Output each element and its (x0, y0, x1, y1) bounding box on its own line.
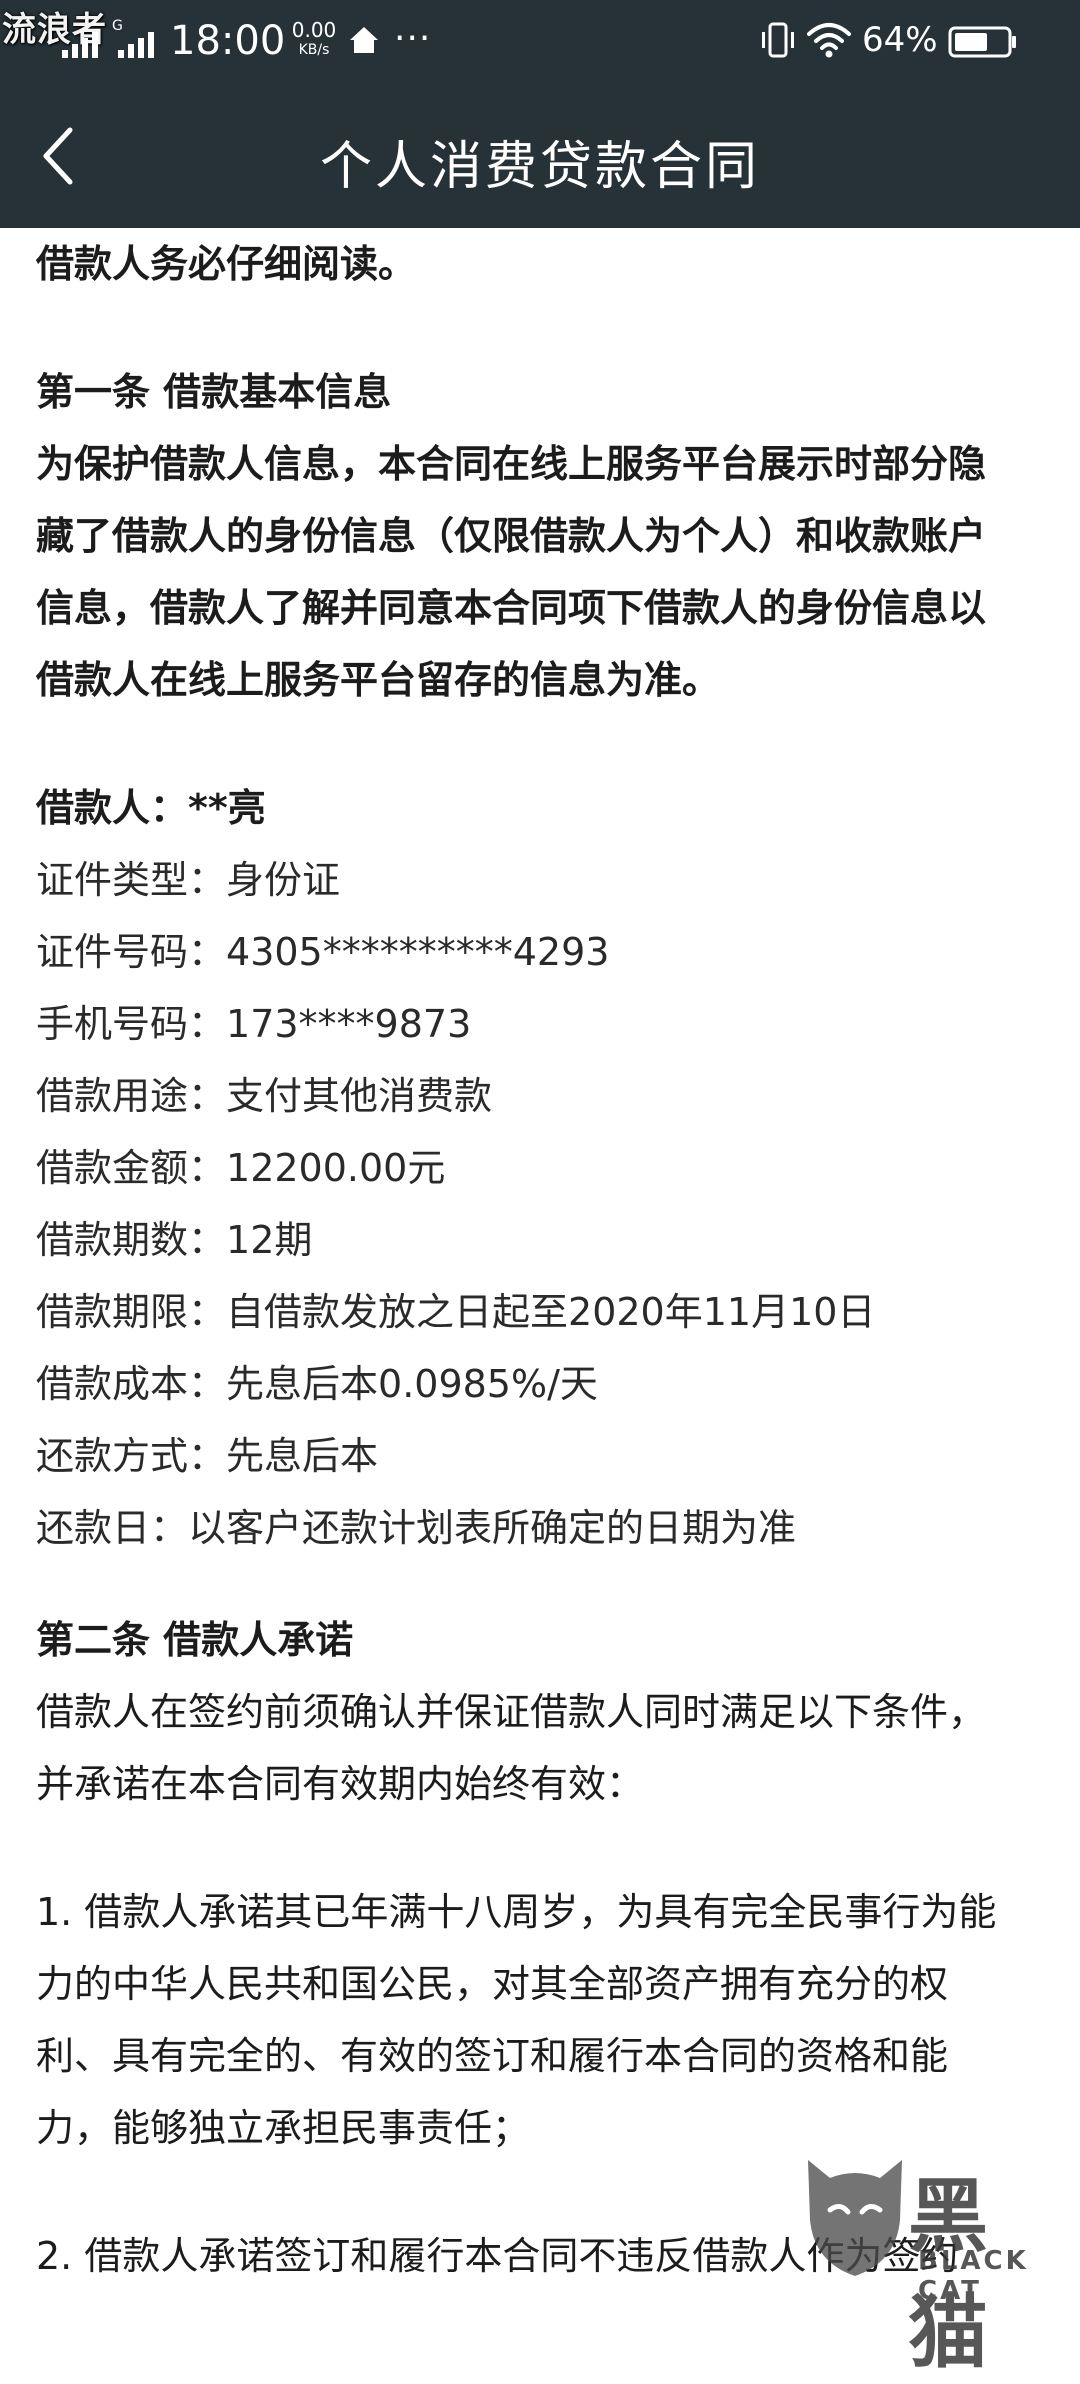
paragraph-line: 为保护借款人信息，本合同在线上服务平台展示时部分隐 (36, 442, 987, 486)
field-value: 12期 (226, 1218, 313, 1262)
logo-text-en: BLACK CAT (918, 2246, 1029, 2306)
info-field-repayment-day: 还款日：以客户还款计划表所确定的日期为准 (36, 1492, 1052, 1564)
info-field-purpose: 借款用途：支付其他消费款 (36, 1060, 1052, 1132)
paragraph-line: 藏了借款人的身份信息（仅限借款人为个人）和收款账户 (36, 514, 987, 558)
field-value: 先息后本 (226, 1434, 379, 1478)
clause-line: 力的中华人民共和国公民，对其全部资产拥有充分的权 (36, 1962, 949, 2006)
field-label: 借款用途： (36, 1074, 227, 1118)
info-field-phone: 手机号码：173****9873 (36, 988, 1052, 1060)
status-time: 18:00 (170, 18, 286, 64)
cat-logo-icon (808, 2160, 902, 2276)
info-field-periods: 借款期数：12期 (36, 1204, 1052, 1276)
home-icon (350, 27, 378, 53)
network-speed-value: 0.00 (291, 18, 337, 42)
clause-line: 利、具有完全的、有效的签订和履行本合同的资格和能 (36, 2034, 949, 2078)
field-label: 借款金额： (36, 1146, 227, 1190)
paragraph-line: 并承诺在本合同有效期内始终有效： (36, 1762, 645, 1806)
field-value: 4305**********4293 (226, 930, 610, 974)
paragraph-line: 借款人在线上服务平台留存的信息为准。 (36, 658, 721, 702)
field-value: 以客户还款计划表所确定的日期为准 (188, 1506, 797, 1550)
borrower-name: 借款人：**亮 (36, 786, 266, 830)
field-value: 身份证 (226, 858, 341, 902)
status-bar: 流浪者 G 18:00 0.00 KB/s ··· 64% (0, 0, 1080, 86)
header-bar: 个人消费贷款合同 (0, 86, 1080, 228)
paragraph-line: 借款人在签约前须确认并保证借款人同时满足以下条件， (36, 1690, 987, 1734)
network-speed: 0.00 KB/s (284, 20, 344, 60)
field-label: 还款方式： (36, 1434, 227, 1478)
info-field-amount: 借款金额：12200.00元 (36, 1132, 1052, 1204)
section-heading: 第一条 借款基本信息 (36, 370, 392, 414)
battery-percentage: 64% (862, 20, 938, 60)
signal-icon (62, 24, 110, 58)
signal-icon (118, 24, 160, 58)
field-value: 12200.00元 (226, 1146, 446, 1190)
network-speed-unit: KB/s (298, 42, 330, 58)
info-field-cost: 借款成本：先息后本0.0985%/天 (36, 1348, 1052, 1420)
more-icon: ··· (394, 18, 432, 59)
field-value: 支付其他消费款 (226, 1074, 493, 1118)
info-field-repayment-method: 还款方式：先息后本 (36, 1420, 1052, 1492)
field-label: 借款成本： (36, 1362, 227, 1406)
field-value: 173****9873 (226, 1002, 472, 1046)
info-field-id-type: 证件类型：身份证 (36, 844, 1052, 916)
field-label: 借款期限： (36, 1290, 227, 1334)
info-field-term: 借款期限：自借款发放之日起至2020年11月10日 (36, 1276, 1052, 1348)
field-label: 证件号码： (36, 930, 227, 974)
field-label: 还款日： (36, 1506, 189, 1550)
wifi-icon (807, 23, 851, 58)
field-label: 证件类型： (36, 858, 227, 902)
paragraph-line: 信息，借款人了解并同意本合同项下借款人的身份信息以 (36, 586, 987, 630)
contract-content: 借款人务必仔细阅读。 第一条 借款基本信息 为保护借款人信息，本合同在线上服务平… (36, 228, 1052, 2292)
field-label: 手机号码： (36, 1002, 227, 1046)
clause-line: 1. 借款人承诺其已年满十八周岁，为具有完全民事行为能 (36, 1890, 997, 1934)
section-heading: 第二条 借款人承诺 (36, 1618, 354, 1662)
page-title: 个人消费贷款合同 (319, 137, 760, 197)
field-value: 先息后本0.0985%/天 (226, 1362, 598, 1406)
field-label: 借款期数： (36, 1218, 227, 1262)
black-cat-watermark: 黑猫 BLACK CAT (800, 2150, 1070, 2379)
vibrate-icon (762, 22, 794, 58)
info-field-id-number: 证件号码：4305**********4293 (36, 916, 1052, 988)
intro-text: 借款人务必仔细阅读。 (36, 242, 417, 286)
battery-icon (948, 26, 1016, 58)
field-value: 自借款发放之日起至2020年11月10日 (226, 1290, 876, 1334)
